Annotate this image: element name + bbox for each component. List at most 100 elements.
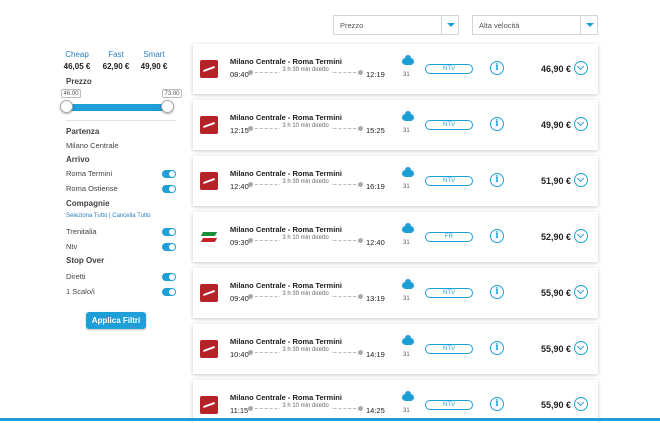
cancel-all-link[interactable]: Cancella Tutto <box>112 213 150 219</box>
temperature-label: 31 <box>403 240 410 246</box>
arrival-time: 13:19 <box>366 294 385 303</box>
arrival-option-label: Roma Termini <box>66 169 113 178</box>
departure-heading: Partenza <box>66 127 100 136</box>
frecciarossa-logo-icon <box>200 228 218 246</box>
arrival-time: 16:19 <box>366 182 385 191</box>
weather-cloud-icon <box>402 55 414 65</box>
price-filter-heading: Prezzo <box>66 77 92 86</box>
info-icon[interactable]: i <box>490 173 504 187</box>
arrival-time: 12:40 <box>366 238 385 247</box>
departure-time: 09:40 <box>230 294 249 303</box>
expand-chevron-icon[interactable] <box>574 173 588 187</box>
temperature-label: 31 <box>403 408 410 414</box>
operator-badge: NTV <box>425 344 473 354</box>
arrival-time: 14:19 <box>366 350 385 359</box>
weather-cloud-icon <box>402 279 414 289</box>
stopover-direct-toggle[interactable] <box>162 273 176 281</box>
info-icon[interactable]: i <box>490 285 504 299</box>
ntv-logo-icon <box>200 60 218 78</box>
train-result-card[interactable]: Milano Centrale - Roma Termini 12:15 3 h… <box>193 100 598 150</box>
price-label: 51,90 € <box>540 176 571 186</box>
expand-chevron-icon[interactable] <box>574 341 588 355</box>
ntv-logo-icon <box>200 284 218 302</box>
operator-badge: NTV <box>425 176 473 186</box>
apply-filters-button[interactable]: Applica Filtri <box>86 312 146 329</box>
category-cheap[interactable]: Cheap 46,05 € <box>55 50 99 71</box>
duration-label: 3 h 39 min diretto <box>280 67 331 73</box>
filters-sidebar: Cheap 46,05 € Fast 62,90 € Smart 49,90 €… <box>0 0 190 423</box>
price-min-field: 46.00 <box>61 89 81 98</box>
duration-label: 3 h 39 min diretto <box>280 179 331 185</box>
sort-select[interactable]: Prezzo <box>333 15 459 35</box>
expand-chevron-icon[interactable] <box>574 117 588 131</box>
info-icon[interactable]: i <box>490 229 504 243</box>
route-label: Milano Centrale - Roma Termini <box>230 113 342 122</box>
info-icon[interactable]: i <box>490 117 504 131</box>
operator-badge: NTV <box>425 120 473 130</box>
category-smart[interactable]: Smart 49,90 € <box>132 50 176 71</box>
price-max-field: 73.00 <box>162 89 182 98</box>
info-icon[interactable]: i <box>490 397 504 411</box>
arrival-time: 12:19 <box>366 70 385 79</box>
weather-cloud-icon <box>402 223 414 233</box>
operator-badge: FR <box>425 232 473 242</box>
departure-time: 10:40 <box>230 350 249 359</box>
train-result-card[interactable]: Milano Centrale - Roma Termini 09:30 3 h… <box>193 212 598 262</box>
train-type-select[interactable]: Alta velocità <box>472 15 598 35</box>
ntv-logo-icon <box>200 340 218 358</box>
info-icon[interactable]: i <box>490 61 504 75</box>
price-min-handle[interactable] <box>60 100 73 113</box>
train-result-card[interactable]: Milano Centrale - Roma Termini 10:40 3 h… <box>193 324 598 374</box>
route-label: Milano Centrale - Roma Termini <box>230 337 342 346</box>
price-label: 52,90 € <box>540 232 571 242</box>
arrival-heading: Arrivo <box>66 155 90 164</box>
train-result-card[interactable]: Milano Centrale - Roma Termini 12:40 3 h… <box>193 156 598 206</box>
category-label: Smart <box>143 50 165 59</box>
chevron-down-icon[interactable] <box>580 16 597 34</box>
expand-chevron-icon[interactable] <box>574 285 588 299</box>
stopover-one-stop-toggle[interactable] <box>162 288 176 296</box>
company-ntv-toggle[interactable] <box>162 243 176 251</box>
sort-select-value: Prezzo <box>340 21 364 30</box>
price-range-track[interactable] <box>66 104 168 111</box>
weather-cloud-icon <box>402 167 414 177</box>
route-label: Milano Centrale - Roma Termini <box>230 169 342 178</box>
company-option-label: Trenitalia <box>66 227 97 236</box>
departure-time: 08:40 <box>230 70 249 79</box>
weather-cloud-icon <box>402 111 414 121</box>
departure-time: 11:15 <box>230 406 249 415</box>
temperature-label: 31 <box>403 184 410 190</box>
info-icon[interactable]: i <box>490 341 504 355</box>
duration-label: 3 h 10 min diretto <box>280 123 331 129</box>
bottom-accent-bar <box>0 418 660 421</box>
train-type-select-value: Alta velocità <box>479 21 520 30</box>
price-max-handle[interactable] <box>161 100 174 113</box>
temperature-label: 31 <box>403 352 410 358</box>
route-label: Milano Centrale - Roma Termini <box>230 393 342 402</box>
select-all-link[interactable]: Seleziona Tutto <box>66 213 107 219</box>
expand-chevron-icon[interactable] <box>574 397 588 411</box>
route-label: Milano Centrale - Roma Termini <box>230 57 342 66</box>
company-trenitalia-toggle[interactable] <box>162 228 176 236</box>
expand-chevron-icon[interactable] <box>574 229 588 243</box>
company-option-label: Ntv <box>66 242 78 251</box>
ntv-logo-icon <box>200 172 218 190</box>
duration-label: 3 h 10 min diretto <box>280 403 331 409</box>
train-result-card[interactable]: Milano Centrale - Roma Termini 08:40 3 h… <box>193 44 598 94</box>
companies-links: Seleziona Tutto | Cancella Tutto <box>66 213 151 219</box>
route-label: Milano Centrale - Roma Termini <box>230 281 342 290</box>
arrival-roma-termini-toggle[interactable] <box>162 170 176 178</box>
train-result-card[interactable]: Milano Centrale - Roma Termini 09:40 3 h… <box>193 268 598 318</box>
chevron-down-icon[interactable] <box>441 16 458 34</box>
departure-time: 12:40 <box>230 182 249 191</box>
arrival-roma-ostiense-toggle[interactable] <box>162 185 176 193</box>
expand-chevron-icon[interactable] <box>574 61 588 75</box>
category-label: Cheap <box>65 50 89 59</box>
arrival-time: 14:25 <box>366 406 385 415</box>
stopover-heading: Stop Over <box>66 256 105 265</box>
ntv-logo-icon <box>200 116 218 134</box>
train-result-card[interactable]: Milano Centrale - Roma Termini 11:15 3 h… <box>193 380 598 423</box>
category-price: 49,90 € <box>140 62 168 71</box>
duration-label: 3 h 39 min diretto <box>280 291 331 297</box>
departure-value: Milano Centrale <box>66 141 119 150</box>
